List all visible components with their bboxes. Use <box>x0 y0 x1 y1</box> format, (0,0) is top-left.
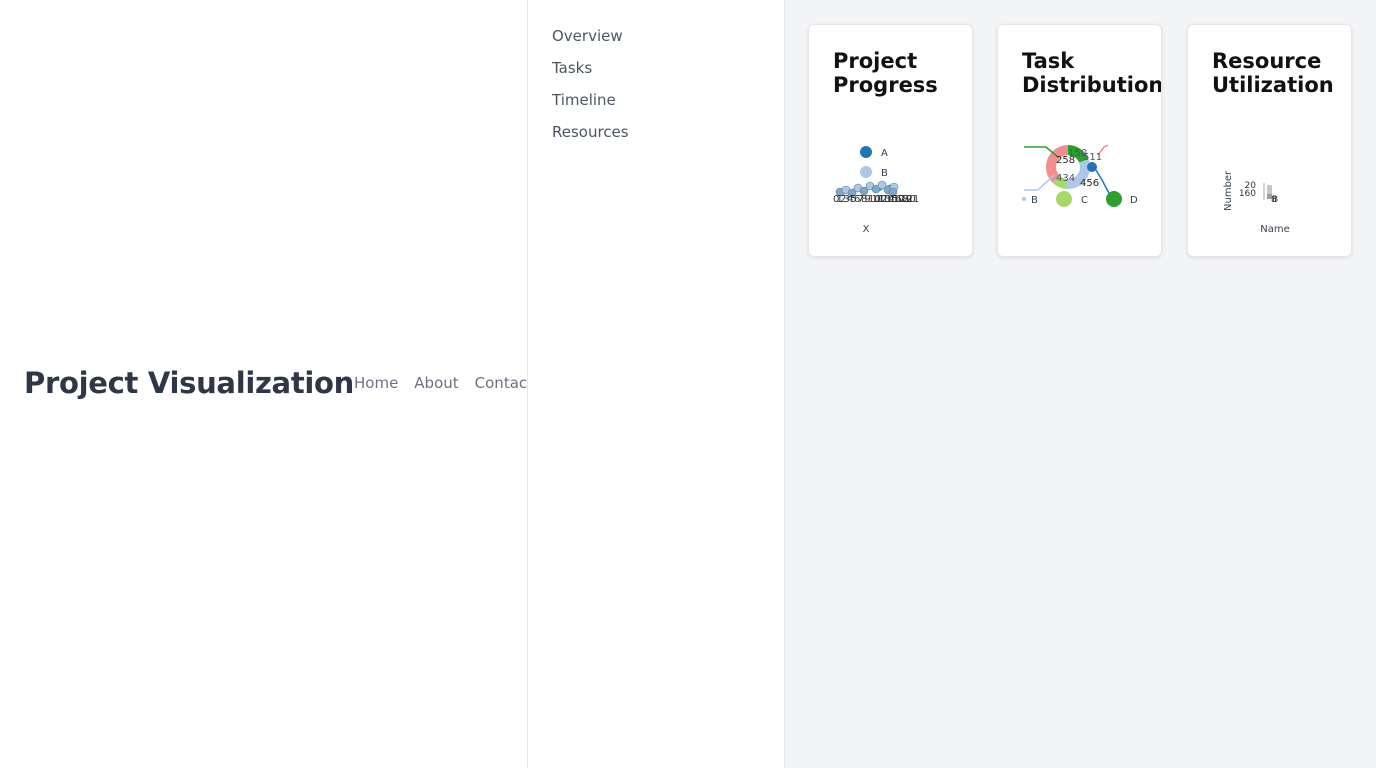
nav-contact-link[interactable]: Contact <box>475 374 533 392</box>
nav-about-link[interactable]: About <box>414 374 458 392</box>
legend-marker-c <box>1056 191 1072 207</box>
slice-label-d: 511 <box>1083 152 1102 163</box>
sidebar-item-tasks[interactable]: Tasks <box>552 59 592 77</box>
slice-label-b: 434 <box>1056 173 1075 184</box>
legend-label-b: B <box>1031 195 1038 206</box>
legend-label-c: C <box>1081 195 1088 206</box>
legend-label-d: D <box>1130 195 1138 206</box>
card-title: Task Distribution <box>1022 49 1162 97</box>
sidebar-item-timeline[interactable]: Timeline <box>552 91 616 109</box>
legend-label-a: A <box>881 148 888 159</box>
slice-label-e: 456 <box>1080 178 1099 189</box>
x-tick-labels: 0123456789101112131415161718192021 <box>833 194 919 205</box>
y-axis-label: Number <box>1223 170 1234 211</box>
x-axis-label: Name <box>1260 224 1290 235</box>
x-tick-label: 21 <box>907 194 920 205</box>
legend-marker-d <box>1106 191 1122 207</box>
legend-marker-a <box>860 146 872 158</box>
header-panel: Project Visualization Home About Contact <box>0 0 533 768</box>
legend-marker-b <box>860 166 872 178</box>
card-task-distribution: 258 434 150 511 456 B C D Task Distribut… <box>997 24 1162 257</box>
header-bar: Project Visualization Home About Contact <box>24 366 533 400</box>
card-title: Resource Utilization <box>1212 49 1334 97</box>
top-nav: Home About Contact <box>354 374 533 392</box>
sidebar: Overview Tasks Timeline Resources <box>527 0 785 768</box>
card-title: Project Progress <box>833 49 938 97</box>
x-tick-b: B <box>1272 195 1278 205</box>
x-axis-label: X <box>863 224 870 235</box>
sidebar-list: Overview Tasks Timeline Resources <box>528 0 784 154</box>
y-tick-160: 160 <box>1239 189 1256 199</box>
nav-home-link[interactable]: Home <box>354 374 398 392</box>
card-resource-utilization: Number 20 160 8 B Name Resource Utilizat… <box>1187 24 1352 257</box>
sidebar-item-overview[interactable]: Overview <box>552 27 623 45</box>
legend-marker-b <box>1022 197 1026 201</box>
card-project-progress: A B 0 1 2 3 4 5 6 7 8 9 10 11 12 13 14 15 16 17 18 19 20 21 X… <box>808 24 973 257</box>
legend-label-b: B <box>881 168 888 179</box>
site-title: Project Visualization <box>24 366 354 400</box>
sidebar-item-resources[interactable]: Resources <box>552 123 629 141</box>
